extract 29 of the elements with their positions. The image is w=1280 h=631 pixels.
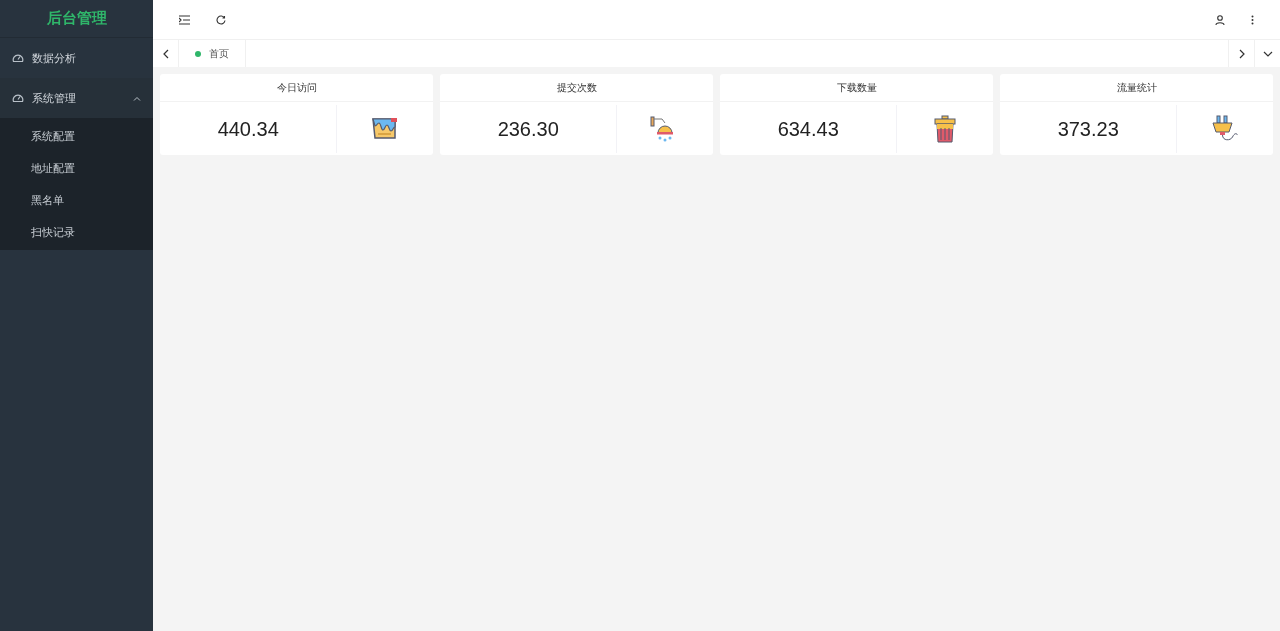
user-icon[interactable] xyxy=(1215,14,1225,25)
card-title: 流量统计 xyxy=(1116,81,1157,95)
gauge-icon xyxy=(12,52,24,64)
gauge-icon xyxy=(12,92,24,104)
chevron-left-icon xyxy=(162,48,169,59)
stat-value: 373.23 xyxy=(1057,116,1119,142)
trash-can-icon xyxy=(934,114,957,143)
tab[interactable]: 首页 xyxy=(179,40,246,67)
submenu-item[interactable]: 扫快记录 xyxy=(0,216,153,248)
menu-item[interactable]: 数据分析 xyxy=(0,38,153,78)
card-title: 今日访问 xyxy=(276,81,317,95)
plug-icon xyxy=(1211,114,1240,143)
card-title: 提交次数 xyxy=(556,81,597,95)
stat-value: 440.34 xyxy=(217,116,279,142)
paint-bucket-icon xyxy=(371,116,400,141)
chevron-up-icon xyxy=(133,95,141,101)
card-title: 下载数量 xyxy=(836,81,877,95)
submenu-item[interactable]: 系统配置 xyxy=(0,120,153,152)
submenu-item[interactable]: 地址配置 xyxy=(0,152,153,184)
submenu-item[interactable]: 黑名单 xyxy=(0,184,153,216)
stat-value: 634.43 xyxy=(777,116,839,142)
refresh-icon[interactable] xyxy=(216,14,226,25)
more-icon[interactable] xyxy=(1251,14,1254,25)
menu-item[interactable]: 系统管理 xyxy=(0,78,153,118)
chevron-down-icon xyxy=(1262,50,1273,57)
stat-value: 236.30 xyxy=(497,116,559,142)
chevron-right-icon xyxy=(1238,48,1245,59)
menu-fold-icon[interactable] xyxy=(179,14,190,25)
logo-title: 后台管理 xyxy=(46,8,107,29)
